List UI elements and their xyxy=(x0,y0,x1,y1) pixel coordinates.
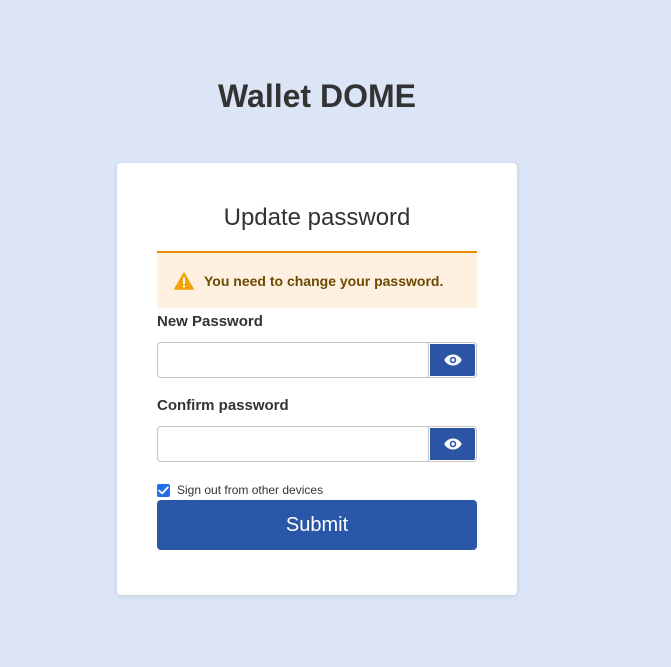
update-password-card: Update password You need to change your … xyxy=(117,163,517,595)
password-change-alert: You need to change your password. xyxy=(157,251,477,308)
checkmark-icon xyxy=(158,486,169,494)
alert-text: You need to change your password. xyxy=(204,272,444,289)
new-password-label: New Password xyxy=(157,313,263,330)
show-confirm-password-button[interactable] xyxy=(428,426,477,462)
new-password-input[interactable] xyxy=(157,342,428,378)
sign-out-other-devices-label[interactable]: Sign out from other devices xyxy=(177,483,323,497)
show-new-password-button[interactable] xyxy=(428,342,477,378)
eye-icon xyxy=(443,438,462,450)
new-password-group xyxy=(157,342,477,378)
sign-out-other-devices-row: Sign out from other devices xyxy=(157,483,323,497)
app-title: Wallet DOME xyxy=(218,78,416,114)
confirm-password-label: Confirm password xyxy=(157,397,289,414)
confirm-password-input[interactable] xyxy=(157,426,428,462)
sign-out-other-devices-checkbox[interactable] xyxy=(157,483,170,497)
submit-button[interactable]: Submit xyxy=(157,500,477,550)
confirm-password-group xyxy=(157,426,477,462)
form-title: Update password xyxy=(223,204,411,231)
eye-icon xyxy=(443,354,462,366)
warning-icon xyxy=(174,271,194,290)
